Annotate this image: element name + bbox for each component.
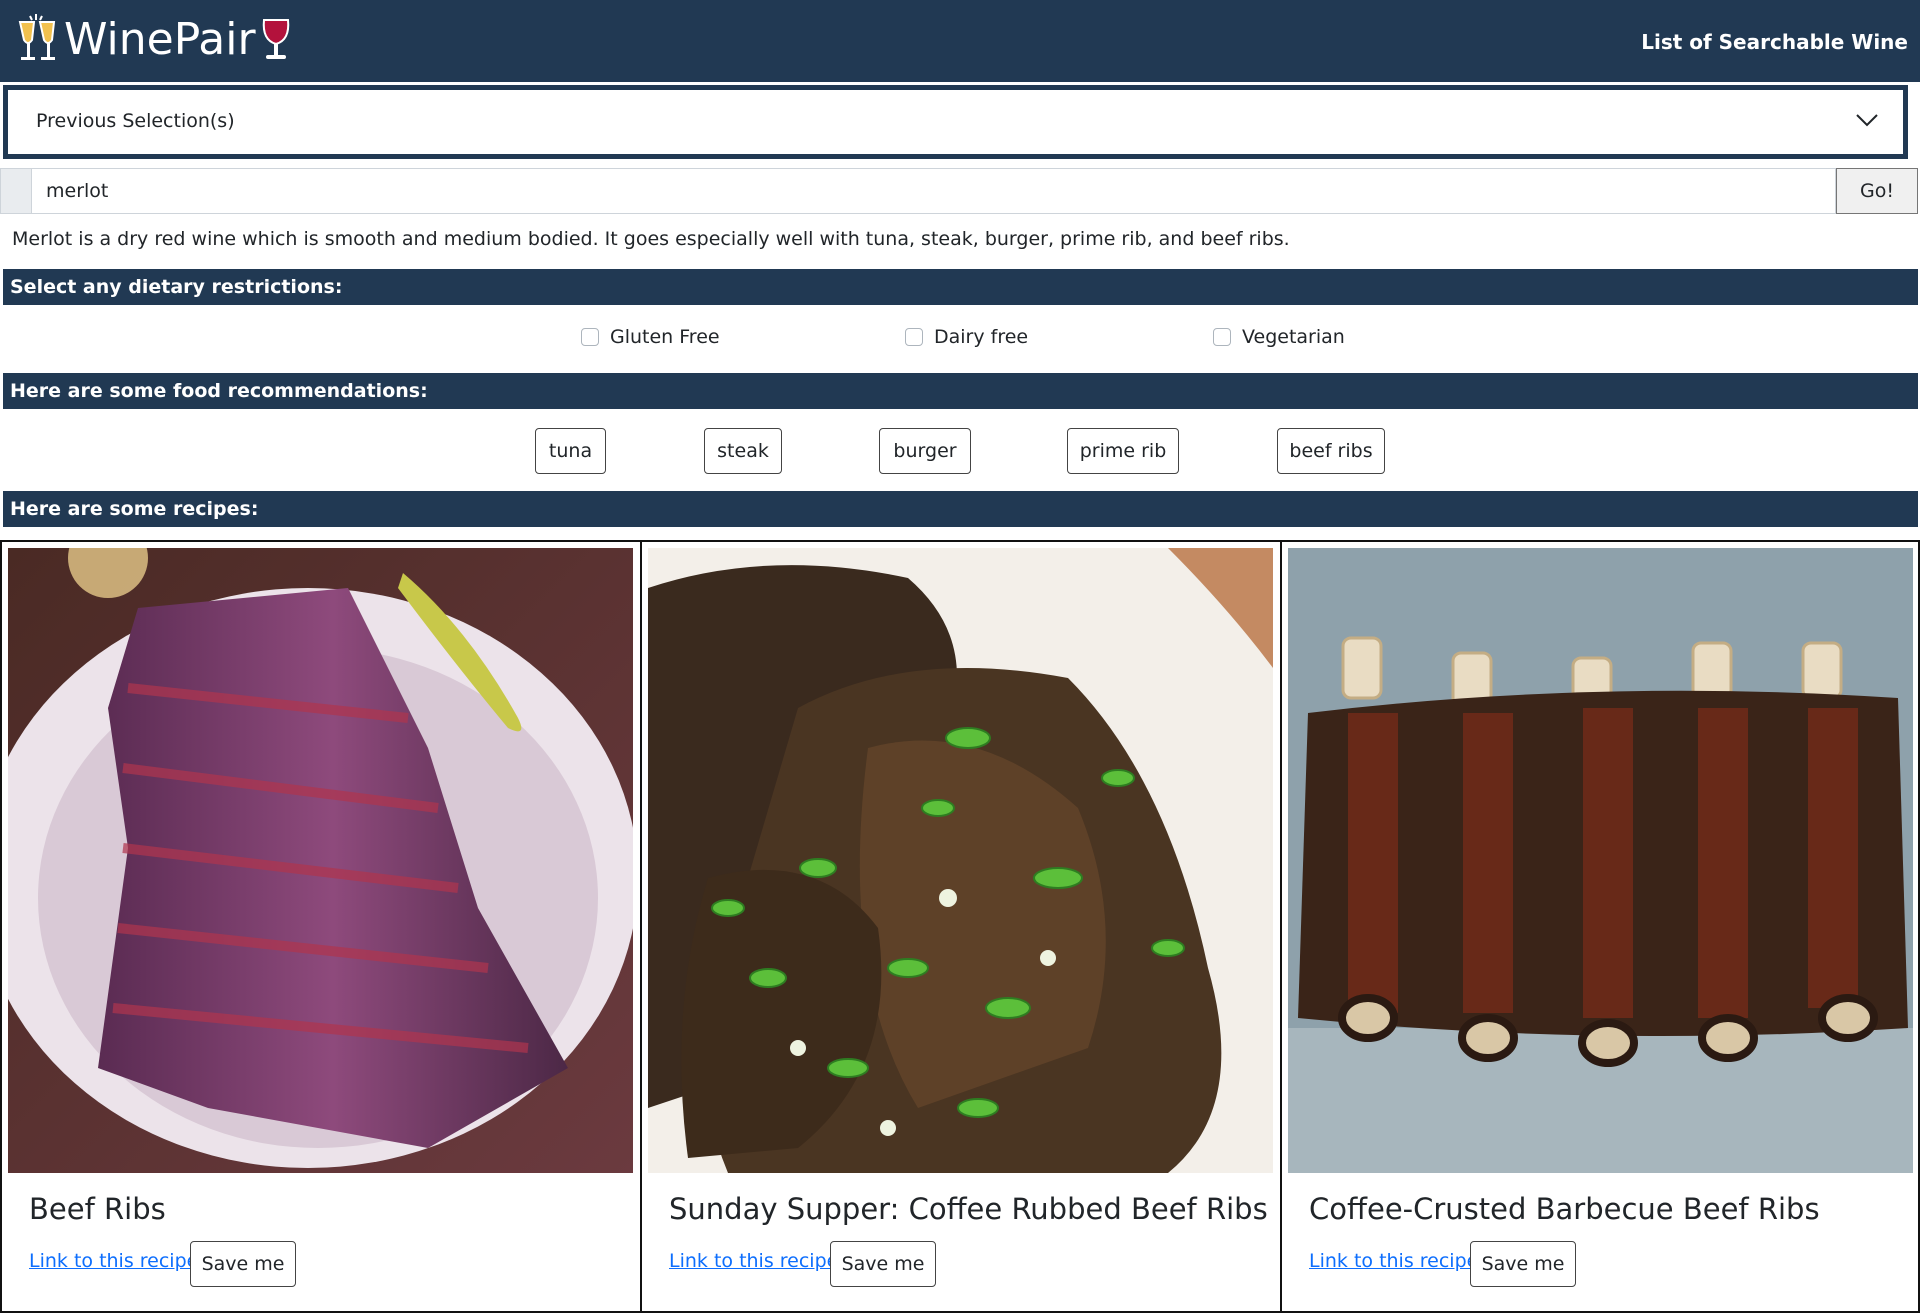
recipe-card-group: Beef Ribs Link to this recipe Save me Su… (0, 540, 1920, 1313)
save-button[interactable]: Save me (190, 1241, 296, 1287)
checkbox-icon[interactable] (905, 328, 923, 346)
recipe-card: Coffee-Crusted Barbecue Beef Ribs Link t… (1282, 542, 1918, 1313)
chevron-down-icon (1853, 106, 1881, 134)
recipes-heading: Here are some recipes: (3, 491, 1918, 527)
top-navbar: WinePair List of Searchable Wine (0, 0, 1920, 82)
previous-selections-label: Previous Selection(s) (36, 110, 235, 132)
clinking-glasses-icon (16, 12, 60, 68)
recipe-photo-beef-ribs (8, 548, 633, 1173)
searchable-wine-list-link[interactable]: List of Searchable Wine (1641, 28, 1908, 56)
recipe-title: Sunday Supper: Coffee Rubbed Beef Ribs (669, 1192, 1268, 1226)
checkbox-icon[interactable] (1213, 328, 1231, 346)
food-button-steak[interactable]: steak (704, 428, 782, 474)
save-button[interactable]: Save me (830, 1241, 936, 1287)
recipe-card: Beef Ribs Link to this recipe Save me (2, 542, 642, 1313)
recipe-title: Coffee-Crusted Barbecue Beef Ribs (1309, 1192, 1820, 1226)
recipe-link[interactable]: Link to this recipe (669, 1250, 838, 1272)
wine-search-input[interactable] (32, 168, 1836, 214)
food-button-burger[interactable]: burger (879, 428, 971, 474)
search-input-addon (0, 168, 32, 214)
brand-logo[interactable]: WinePair (16, 12, 304, 68)
food-recommendations-heading: Here are some food recommendations: (3, 373, 1918, 409)
brand-name: WinePair (64, 14, 256, 65)
previous-selections-accordion[interactable]: Previous Selection(s) (3, 85, 1908, 159)
food-button-prime-rib[interactable]: prime rib (1067, 428, 1179, 474)
wine-description: Merlot is a dry red wine which is smooth… (12, 228, 1290, 250)
dietary-restrictions-heading: Select any dietary restrictions: (3, 269, 1918, 305)
gluten-free-label: Gluten Free (610, 326, 720, 348)
recipe-photo-coffee-crusted-bbq-beef-ribs (1288, 548, 1913, 1173)
recipe-link[interactable]: Link to this recipe (29, 1250, 198, 1272)
vegetarian-checkbox[interactable]: Vegetarian (1213, 326, 1345, 348)
food-button-beef-ribs[interactable]: beef ribs (1277, 428, 1385, 474)
vegetarian-label: Vegetarian (1242, 326, 1345, 348)
gluten-free-checkbox[interactable]: Gluten Free (581, 326, 720, 348)
go-button[interactable]: Go! (1836, 168, 1918, 214)
dairy-free-checkbox[interactable]: Dairy free (905, 326, 1028, 348)
recipe-title: Beef Ribs (29, 1192, 166, 1226)
recipe-card: Sunday Supper: Coffee Rubbed Beef Ribs L… (642, 542, 1282, 1313)
recipe-photo-coffee-rubbed-beef-ribs (648, 548, 1273, 1173)
dairy-free-label: Dairy free (934, 326, 1029, 348)
wine-glass-icon (260, 12, 304, 68)
wine-search-bar: Go! (0, 168, 1920, 215)
save-button[interactable]: Save me (1470, 1241, 1576, 1287)
dietary-options: Gluten Free Dairy free Vegetarian (0, 326, 1920, 354)
recipe-link[interactable]: Link to this recipe (1309, 1250, 1478, 1272)
checkbox-icon[interactable] (581, 328, 599, 346)
food-button-tuna[interactable]: tuna (535, 428, 606, 474)
